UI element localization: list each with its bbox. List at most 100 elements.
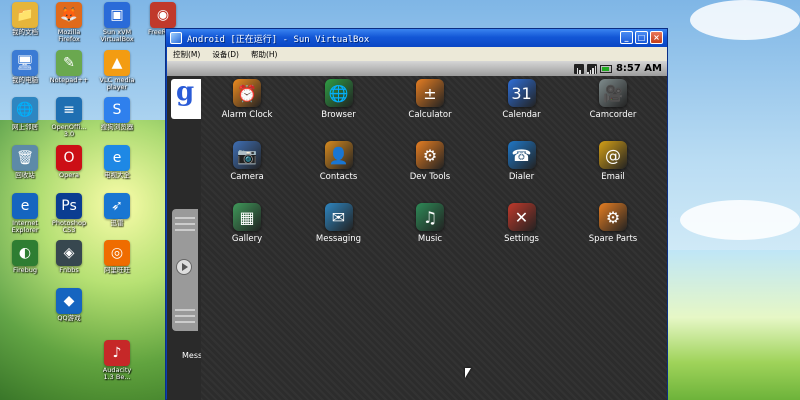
google-logo-icon: g [176, 77, 195, 107]
desktop-icon[interactable]: ◐ Firebug [2, 240, 48, 274]
desktop-icon[interactable]: e Internet Explorer [2, 193, 48, 234]
desktop-icon[interactable]: 🖥 我的电脑 [2, 50, 48, 84]
wallpaper-cloud [680, 200, 800, 240]
desktop-icon[interactable]: ➶ 迅雷 [94, 193, 140, 227]
app-calendar[interactable]: 31 Calendar [481, 79, 563, 120]
app-label: Email [601, 172, 625, 182]
google-search-widget[interactable]: g [171, 77, 201, 119]
grip-line [175, 229, 195, 231]
android-screen[interactable]: 8:57 AM g Mess ⏰ Alarm Clock 🌐 Browser ± Calc… [167, 61, 667, 400]
app-camera[interactable]: 📷 Camera [206, 141, 288, 182]
app-label: Contacts [319, 172, 358, 182]
play-arrow-icon[interactable] [176, 259, 192, 275]
app-dev-tools[interactable]: ⚙ Dev Tools [389, 141, 471, 182]
desktop-wallpaper-right [668, 250, 800, 400]
desktop-icon[interactable]: ✎ Notepad++ [46, 50, 92, 84]
desktop-icon-label: Photoshop CS3 [51, 219, 87, 234]
contacts-icon: 👤 [324, 141, 353, 169]
close-button[interactable]: × [650, 31, 663, 44]
virtualbox-window[interactable]: Android [正在运行] - Sun VirtualBox _ □ × 控制… [165, 28, 668, 400]
desktop-icon[interactable]: ◎ 阿里旺旺 [94, 240, 140, 274]
app-icon: ◐ [12, 240, 38, 266]
status-clock: 8:57 AM [615, 63, 662, 74]
my-computer-icon: 🖥 [12, 50, 38, 76]
vlc-icon: ▲ [104, 50, 130, 76]
menu-bar: 控制(M) 设备(D) 帮助(H) [167, 47, 667, 61]
window-title: Android [正在运行] - Sun VirtualBox [187, 34, 370, 45]
app-icon: ◈ [56, 240, 82, 266]
app-browser[interactable]: 🌐 Browser [298, 79, 380, 120]
home-peek-label: Mess [182, 351, 203, 360]
app-label: Camcorder [589, 110, 637, 120]
app-contacts[interactable]: 👤 Contacts [298, 141, 380, 182]
app-music[interactable]: ♫ Music [389, 203, 471, 244]
desktop-icon[interactable]: 🗑 回收站 [2, 145, 48, 179]
desktop-icon-label: Opera [59, 171, 79, 179]
desktop-icon[interactable]: ◆ QQ游戏 [46, 288, 92, 322]
aliwangwang-icon: ◎ [104, 240, 130, 266]
app-settings[interactable]: ✕ Settings [481, 203, 563, 244]
desktop-icon[interactable]: ▲ VLC media player [94, 50, 140, 91]
app-spare-parts[interactable]: ⚙ Spare Parts [572, 203, 654, 244]
desktop-icon-label: Notepad++ [49, 76, 89, 84]
menu-devices[interactable]: 设备(D) [212, 49, 239, 60]
desktop-icon[interactable]: ♪ Audacity 1.3 Be... [94, 340, 140, 381]
dialer-icon: ☎ [507, 141, 536, 169]
desktop-icon-label: Sun xVM VirtualBox [100, 28, 134, 43]
desktop-icon[interactable]: ▣ Sun xVM VirtualBox [94, 2, 140, 43]
app-gallery[interactable]: ▦ Gallery [206, 203, 288, 244]
sim-icon [573, 63, 584, 74]
camera-icon: 📷 [233, 141, 261, 169]
notepadpp-icon: ✎ [56, 50, 82, 76]
app-camcorder[interactable]: 🎥 Camcorder [572, 79, 654, 120]
desktop-icon[interactable]: O Opera [46, 145, 92, 179]
calculator-icon: ± [416, 79, 444, 107]
email-icon: @ [599, 141, 627, 169]
app-email[interactable]: @ Email [572, 141, 654, 182]
sogou-browser-icon: S [104, 97, 130, 123]
maximize-button[interactable]: □ [635, 31, 648, 44]
battery-icon [599, 64, 612, 73]
desktop-icon[interactable]: 📁 我的文档 [2, 2, 48, 36]
desktop-icon-label: OpenOffi... 3.0 [51, 123, 87, 138]
desktop-icon[interactable]: ◈ Fnbbs [46, 240, 92, 274]
desktop-icon-label: Internet Explorer [11, 219, 39, 234]
app-dialer[interactable]: ☎ Dialer [481, 141, 563, 182]
desktop-icon-label: 网上邻居 [12, 123, 38, 131]
tv-icon: e [104, 145, 130, 171]
window-titlebar[interactable]: Android [正在运行] - Sun VirtualBox _ □ × [166, 29, 667, 47]
app-label: Calendar [502, 110, 541, 120]
desktop-icon[interactable]: ≡ OpenOffi... 3.0 [46, 97, 92, 138]
virtualbox-icon: ▣ [104, 2, 130, 28]
desktop-icon-label: 阿里旺旺 [104, 266, 130, 274]
app-messaging[interactable]: ✉ Messaging [298, 203, 380, 244]
virtualbox-icon [170, 32, 182, 44]
alarm-clock-icon: ⏰ [233, 79, 261, 107]
browser-icon: 🌐 [324, 79, 353, 107]
app-label: Camera [230, 172, 264, 182]
desktop-icon[interactable]: S 搜狗浏览器 [94, 97, 140, 131]
minimize-button[interactable]: _ [620, 31, 633, 44]
desktop-icon-label: Audacity 1.3 Be... [102, 366, 132, 381]
freerm-icon: ◉ [150, 2, 176, 28]
desktop-icon[interactable]: 🌐 网上邻居 [2, 97, 48, 131]
signal-icon [586, 63, 597, 74]
desktop-icon-label: 搜狗浏览器 [100, 123, 134, 131]
menu-control[interactable]: 控制(M) [173, 49, 200, 60]
wallpaper-cloud [690, 0, 800, 40]
app-alarm-clock[interactable]: ⏰ Alarm Clock [206, 79, 288, 120]
camcorder-icon: 🎥 [599, 79, 627, 107]
desktop-icon[interactable]: 🦊 Mozilla Firefox [46, 2, 92, 43]
thunder-icon: ➶ [104, 193, 130, 219]
desktop-icon[interactable]: Ps Photoshop CS3 [46, 193, 92, 234]
android-status-bar: 8:57 AM [167, 61, 667, 76]
grip-line [175, 217, 195, 219]
messaging-icon: ✉ [324, 203, 353, 231]
app-calculator[interactable]: ± Calculator [389, 79, 471, 120]
menu-help[interactable]: 帮助(H) [251, 49, 278, 60]
network-icon: 🌐 [12, 97, 38, 123]
grip-line [175, 321, 195, 323]
app-label: Spare Parts [588, 234, 638, 244]
app-drawer-handle[interactable] [172, 209, 198, 331]
desktop-icon[interactable]: e 电视大全 [94, 145, 140, 179]
